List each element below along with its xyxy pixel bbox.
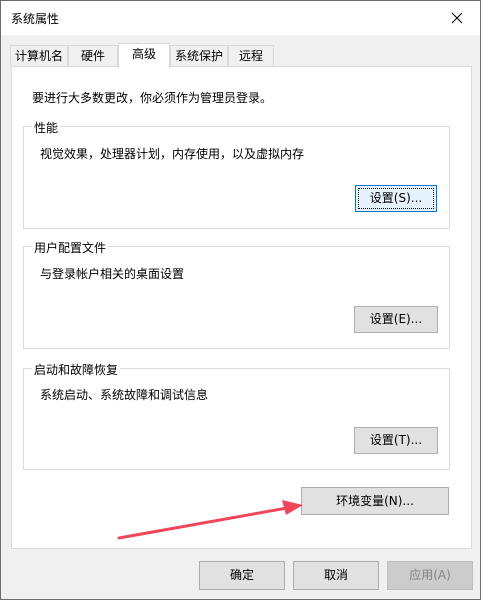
ok-button[interactable]: 确定 (199, 561, 285, 590)
environment-variables-button[interactable]: 环境变量(N)... (301, 487, 449, 515)
apply-button[interactable]: 应用(A) (387, 561, 473, 590)
startup-recovery-group-title: 启动和故障恢复 (32, 361, 121, 378)
environment-variables-label: 环境变量(N)... (336, 494, 414, 508)
cancel-label: 取消 (323, 568, 348, 582)
user-profiles-settings-label: 设置(E)... (369, 312, 423, 326)
performance-settings-label: 设置(S)... (369, 191, 423, 205)
ok-label: 确定 (229, 568, 254, 582)
system-properties-window: 系统属性 计算机名 硬件 高级 系统保护 远程 要进行大多数更改，你必须作为管理… (0, 0, 481, 600)
startup-recovery-description: 系统启动、系统故障和调试信息 (40, 388, 209, 402)
admin-notice: 要进行大多数更改，你必须作为管理员登录。 (32, 91, 273, 105)
close-icon (451, 12, 463, 24)
user-profiles-description: 与登录帐户相关的桌面设置 (40, 267, 185, 281)
apply-label: 应用(A) (409, 568, 451, 582)
user-profiles-settings-button[interactable]: 设置(E)... (354, 306, 438, 333)
tab-hardware[interactable]: 硬件 (68, 45, 118, 66)
performance-description: 视觉效果，处理器计划，内存使用，以及虚拟内存 (40, 147, 305, 161)
tab-computer-name[interactable]: 计算机名 (10, 45, 68, 66)
user-profiles-group-title: 用户配置文件 (32, 239, 109, 256)
title-bar: 系统属性 (1, 1, 480, 35)
tab-remote[interactable]: 远程 (228, 45, 274, 66)
performance-group-title: 性能 (32, 119, 61, 136)
close-button[interactable] (434, 1, 480, 35)
performance-settings-button[interactable]: 设置(S)... (355, 185, 437, 212)
startup-recovery-settings-label: 设置(T)... (369, 433, 423, 447)
performance-group: 性能 视觉效果，处理器计划，内存使用，以及虚拟内存 设置(S)... (23, 119, 450, 229)
user-profiles-group: 用户配置文件 与登录帐户相关的桌面设置 设置(E)... (23, 239, 450, 349)
startup-recovery-settings-button[interactable]: 设置(T)... (354, 427, 438, 454)
tab-system-protection[interactable]: 系统保护 (170, 45, 228, 66)
tab-advanced[interactable]: 高级 (118, 43, 170, 68)
startup-recovery-group: 启动和故障恢复 系统启动、系统故障和调试信息 设置(T)... (23, 361, 450, 470)
window-title: 系统属性 (11, 12, 60, 26)
cancel-button[interactable]: 取消 (293, 561, 379, 590)
